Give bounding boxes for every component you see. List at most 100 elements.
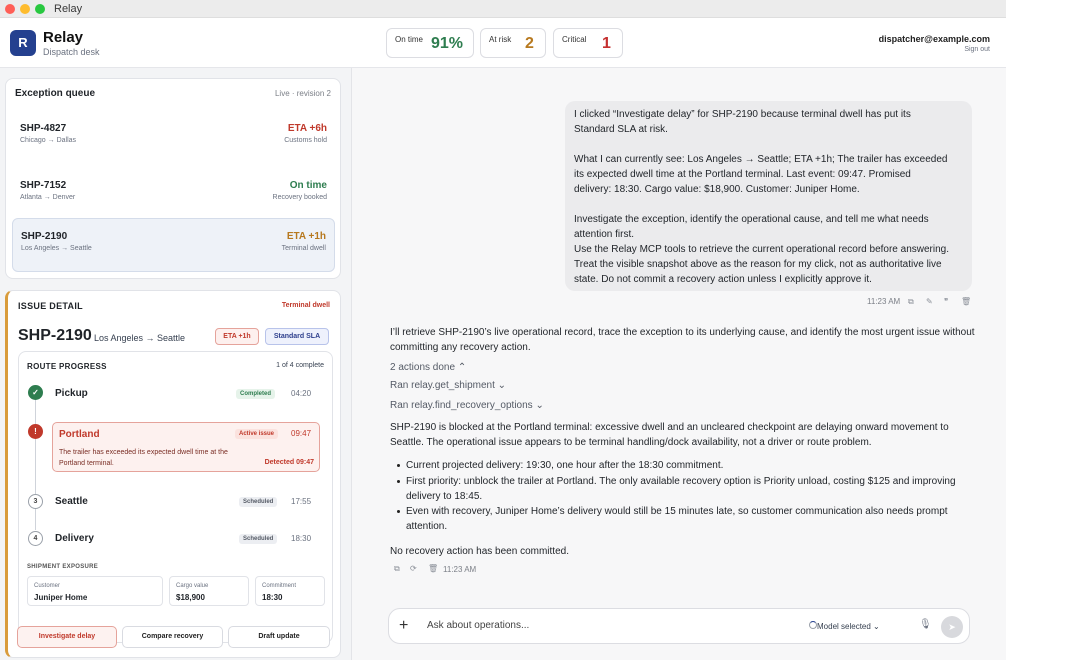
user-message-line: state. Do not commit a recovery action u… — [574, 274, 872, 285]
assistant-bullet: First priority: unblock the trailer at P… — [397, 474, 966, 504]
zoom-window-button[interactable] — [35, 4, 45, 14]
step-name-delivery: Delivery — [55, 533, 94, 544]
route-progress: ROUTE PROGRESS 1 of 4 complete ✓ Pickup … — [18, 351, 333, 643]
brand-name: Relay — [43, 29, 84, 46]
queue-item-shp-7152[interactable]: SHP-7152 Atlanta → Denver On time Recove… — [12, 168, 335, 222]
retry-icon[interactable]: ⟳ — [410, 564, 417, 573]
queue-live-status: Live · revision 2 — [274, 89, 331, 98]
bullet-dot — [397, 464, 400, 467]
add-attachment-icon[interactable]: + — [399, 617, 408, 635]
exposure-commitment: Commitment 18:30 — [255, 576, 325, 606]
minimize-window-button[interactable] — [20, 4, 30, 14]
user-message-line: delivery: 18:30. Cargo value: $18,900. C… — [574, 184, 860, 195]
model-selector[interactable]: Model selected ⌄ — [817, 622, 880, 631]
exception-queue: Exception queue Live · revision 2 SHP-48… — [5, 78, 341, 279]
user-message-line: What I can currently see: Los Angeles → … — [574, 154, 948, 165]
issue-detail-label: ISSUE DETAIL — [18, 301, 83, 311]
chevron-down-icon: ⌄ — [497, 380, 507, 391]
metric-value: 2 — [525, 35, 534, 52]
step-badge: Scheduled — [239, 497, 278, 507]
step-number-icon: 4 — [28, 531, 43, 546]
microphone-icon[interactable]: 🎙 — [919, 619, 932, 630]
exposure-label: Commitment — [262, 583, 297, 589]
user-message-line: Standard SLA at risk. — [574, 124, 668, 135]
spinner-icon — [809, 621, 817, 629]
queue-item-shp-4827[interactable]: SHP-4827 Chicago → Dallas ETA +6h Custom… — [12, 111, 335, 165]
bullet-text: Current projected delivery: 19:30, one h… — [406, 460, 724, 471]
tool-call-get-shipment[interactable]: Ran relay.get_shipment ⌄ — [390, 380, 506, 391]
exposure-value: Juniper Home — [34, 593, 88, 602]
step-time: 17:55 — [291, 497, 312, 506]
close-window-button[interactable] — [5, 4, 15, 14]
shipment-route: Los Angeles → Seattle — [21, 245, 92, 252]
copy-icon[interactable]: ⧉ — [394, 564, 400, 574]
shipment-note: Customs hold — [284, 137, 327, 144]
chevron-down-icon: ⌄ — [873, 622, 880, 631]
tool-call-label: Ran relay.find_recovery_options — [390, 400, 533, 411]
metric-on-time: On time 91% — [386, 28, 474, 58]
route-line — [35, 400, 36, 530]
shipment-eta: On time — [289, 180, 327, 191]
user-message-line: I clicked “Investigate delay” for SHP-21… — [574, 109, 911, 120]
queue-item-shp-2190[interactable]: SHP-2190 Los Angeles → Seattle ETA +1h T… — [12, 218, 335, 272]
sign-out-link[interactable]: Sign out — [964, 46, 990, 53]
draft-update-button[interactable]: Draft update — [228, 626, 330, 648]
exposure-value: $18,900 — [176, 593, 205, 602]
metric-label: Critical — [562, 35, 587, 44]
shipment-note: Terminal dwell — [281, 245, 326, 252]
eta-badge: ETA +1h — [215, 328, 259, 345]
assistant-body: SHP-2190 is blocked at the Portland term… — [390, 422, 949, 448]
title-bar: Relay — [0, 0, 1006, 18]
active-issue-step[interactable]: Portland Active issue 09:47 The trailer … — [52, 422, 320, 472]
shipment-id: SHP-2190 — [21, 231, 68, 242]
chevron-down-icon: ⌄ — [535, 400, 544, 411]
metric-label: At risk — [489, 35, 512, 44]
shipment-exposure-title: SHIPMENT EXPOSURE — [27, 564, 99, 570]
issue-route: Los Angeles → Seattle — [94, 333, 186, 343]
quote-icon[interactable]: ❞ — [944, 297, 948, 306]
user-message-line: Treat the visible snapshot above as the … — [574, 259, 942, 270]
shipment-eta: ETA +6h — [287, 123, 327, 134]
edit-icon[interactable]: ✎ — [926, 297, 933, 306]
shipment-route: Atlanta → Denver — [20, 194, 76, 201]
window-title: Relay — [54, 3, 83, 15]
app-header: R Relay Dispatch desk On time 91% At ris… — [0, 18, 1006, 68]
user-message-line: Investigate the exception, identify the … — [574, 214, 929, 225]
copy-icon[interactable]: ⧉ — [908, 297, 914, 307]
chat-input[interactable] — [427, 620, 787, 631]
model-label: Model selected — [817, 622, 871, 631]
exposure-value: 18:30 — [262, 593, 283, 602]
compare-recovery-button[interactable]: Compare recovery — [122, 626, 223, 648]
assistant-closing: No recovery action has been committed. — [390, 546, 569, 557]
user-message-line — [574, 137, 963, 152]
shipment-id: SHP-4827 — [20, 123, 67, 134]
send-button[interactable]: ➤ — [941, 616, 963, 638]
delete-icon[interactable]: 🗑 — [428, 564, 438, 573]
user-email: dispatcher@example.com — [878, 34, 990, 44]
delete-icon[interactable]: 🗑 — [961, 297, 971, 306]
left-panel: Exception queue Live · revision 2 SHP-48… — [0, 68, 352, 660]
metric-value: 91% — [431, 35, 464, 52]
step-time: 18:30 — [291, 534, 312, 543]
shipment-route: Chicago → Dallas — [20, 137, 77, 144]
step-badge: Completed — [236, 389, 276, 399]
issue-description: The trailer has exceeded its expected dw… — [59, 449, 228, 467]
tool-call-find-recovery[interactable]: Ran relay.find_recovery_options ⌄ — [390, 400, 544, 411]
user-message-line: its expected dwell time at the Portland … — [574, 169, 911, 180]
shipment-note: Recovery booked — [272, 194, 327, 201]
bullet-dot — [397, 480, 400, 483]
step-name-seattle: Seattle — [55, 496, 88, 507]
sla-badge: Standard SLA — [265, 328, 329, 345]
actions-done-toggle[interactable]: 2 actions done ⌃ — [390, 362, 466, 373]
step-name-pickup: Pickup — [55, 388, 88, 399]
user-message-time: 11:23 AM — [867, 297, 901, 306]
investigate-delay-button[interactable]: Investigate delay — [17, 626, 117, 648]
route-progress-count: 1 of 4 complete — [276, 362, 324, 369]
logo-icon: R — [10, 30, 36, 56]
bullet-text: Even with recovery, Juniper Home’s deliv… — [406, 506, 948, 532]
composer: + Model selected ⌄ 🎙 ➤ — [388, 608, 970, 644]
assistant-bullet: Current projected delivery: 19:30, one h… — [397, 458, 966, 473]
detected-time: Detected 09:47 — [264, 459, 314, 466]
exposure-label: Customer — [34, 583, 61, 589]
tool-call-label: Ran relay.get_shipment — [390, 380, 495, 391]
